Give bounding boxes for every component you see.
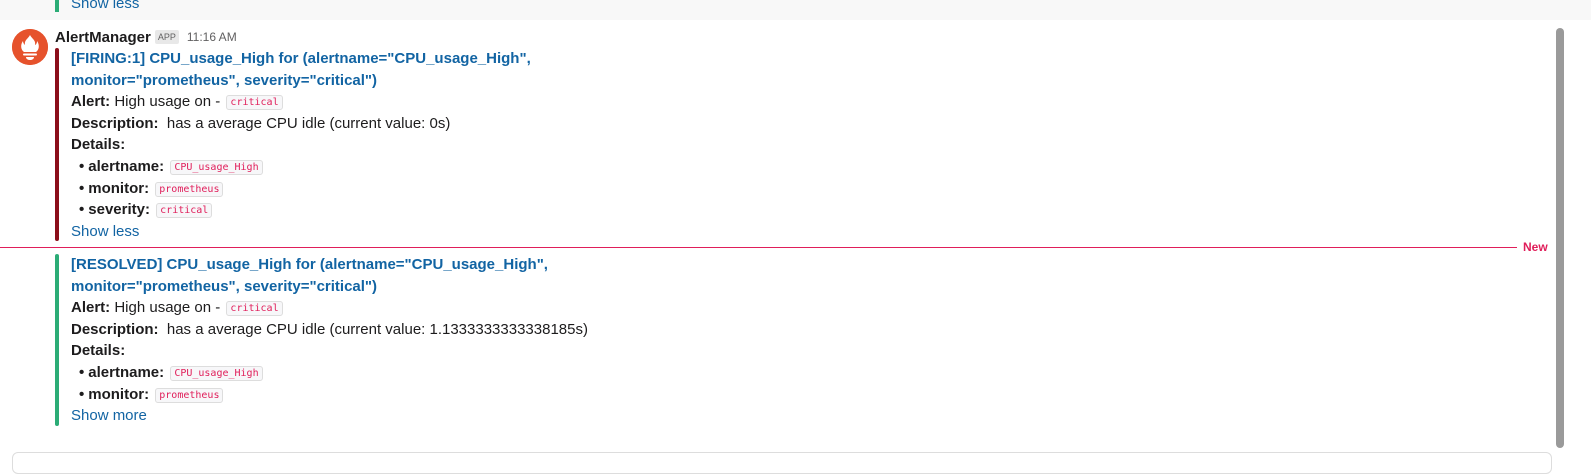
details-label: Details:	[71, 136, 126, 154]
detail-value-code: prometheus	[155, 181, 224, 197]
firing-attachment-body: [FIRING:1] CPU_usage_High for (alertname…	[71, 48, 531, 242]
prometheus-flame-icon	[12, 29, 48, 65]
firing-alert-field: Alert: High usage on - critical	[71, 91, 531, 113]
message-composer[interactable]	[12, 452, 1552, 474]
show-more-link[interactable]: Show more	[71, 405, 588, 427]
sender-name[interactable]: AlertManager	[55, 29, 151, 46]
resolved-description-field: Description: has a average CPU idle (cur…	[71, 319, 588, 341]
detail-key: monitor:	[88, 179, 150, 197]
alert-label: Alert:	[71, 299, 111, 317]
detail-value-code: prometheus	[155, 387, 224, 403]
description-text: has a average CPU idle (current value: 0…	[166, 114, 451, 132]
description-label: Description:	[71, 320, 159, 338]
previous-attachment-bar	[55, 0, 59, 12]
alert-label: Alert:	[71, 93, 111, 111]
new-messages-divider	[0, 247, 1517, 248]
previous-show-less-link[interactable]: Show less	[71, 0, 139, 12]
bullet: •	[79, 157, 85, 175]
prometheus-avatar[interactable]	[12, 29, 48, 65]
resolved-alert-title-line-2[interactable]: monitor="prometheus", severity="critical…	[71, 276, 588, 298]
bullet: •	[79, 201, 85, 219]
firing-alert-title-line-1[interactable]: [FIRING:1] CPU_usage_High for (alertname…	[71, 48, 531, 70]
details-label: Details:	[71, 342, 126, 360]
detail-key: alertname:	[88, 363, 165, 381]
detail-key: severity:	[88, 201, 150, 219]
detail-item-monitor: • monitor: prometheus	[71, 384, 588, 406]
app-badge: APP	[154, 30, 179, 44]
bullet: •	[79, 179, 85, 197]
detail-item-monitor: • monitor: prometheus	[71, 178, 531, 200]
alert-text: High usage on -	[114, 93, 225, 111]
firing-description-field: Description: has a average CPU idle (cur…	[71, 113, 531, 135]
detail-key: monitor:	[88, 385, 150, 403]
previous-message-tail: Show less	[0, 0, 1591, 20]
new-messages-label: New	[1523, 240, 1548, 254]
description-text: has a average CPU idle (current value: 1…	[166, 320, 588, 338]
detail-value-code: CPU_usage_High	[170, 159, 263, 175]
resolved-attachment-body: [RESOLVED] CPU_usage_High for (alertname…	[71, 254, 588, 427]
detail-value-code: critical	[156, 203, 213, 219]
resolved-alert-title-line-1[interactable]: [RESOLVED] CPU_usage_High for (alertname…	[71, 254, 588, 276]
alert-severity-code: critical	[226, 301, 283, 317]
description-label: Description:	[71, 114, 159, 132]
message-list-scrollbar[interactable]	[1556, 28, 1564, 448]
detail-value-code: CPU_usage_High	[170, 365, 263, 381]
bullet: •	[79, 363, 85, 381]
message-timestamp[interactable]: 11:16 AM	[187, 30, 237, 44]
message-header: AlertManager APP 11:16 AM	[55, 26, 237, 48]
detail-item-alertname: • alertname: CPU_usage_High	[71, 156, 531, 178]
resolved-attachment-bar	[55, 254, 59, 426]
alert-severity-code: critical	[226, 95, 283, 111]
resolved-alert-field: Alert: High usage on - critical	[71, 297, 588, 319]
alert-text: High usage on -	[114, 299, 225, 317]
show-less-link[interactable]: Show less	[71, 221, 531, 243]
detail-item-severity: • severity: critical	[71, 199, 531, 221]
bullet: •	[79, 385, 85, 403]
firing-attachment-bar	[55, 48, 59, 241]
firing-alert-title-line-2[interactable]: monitor="prometheus", severity="critical…	[71, 70, 531, 92]
detail-item-alertname: • alertname: CPU_usage_High	[71, 362, 588, 384]
detail-key: alertname:	[88, 157, 165, 175]
